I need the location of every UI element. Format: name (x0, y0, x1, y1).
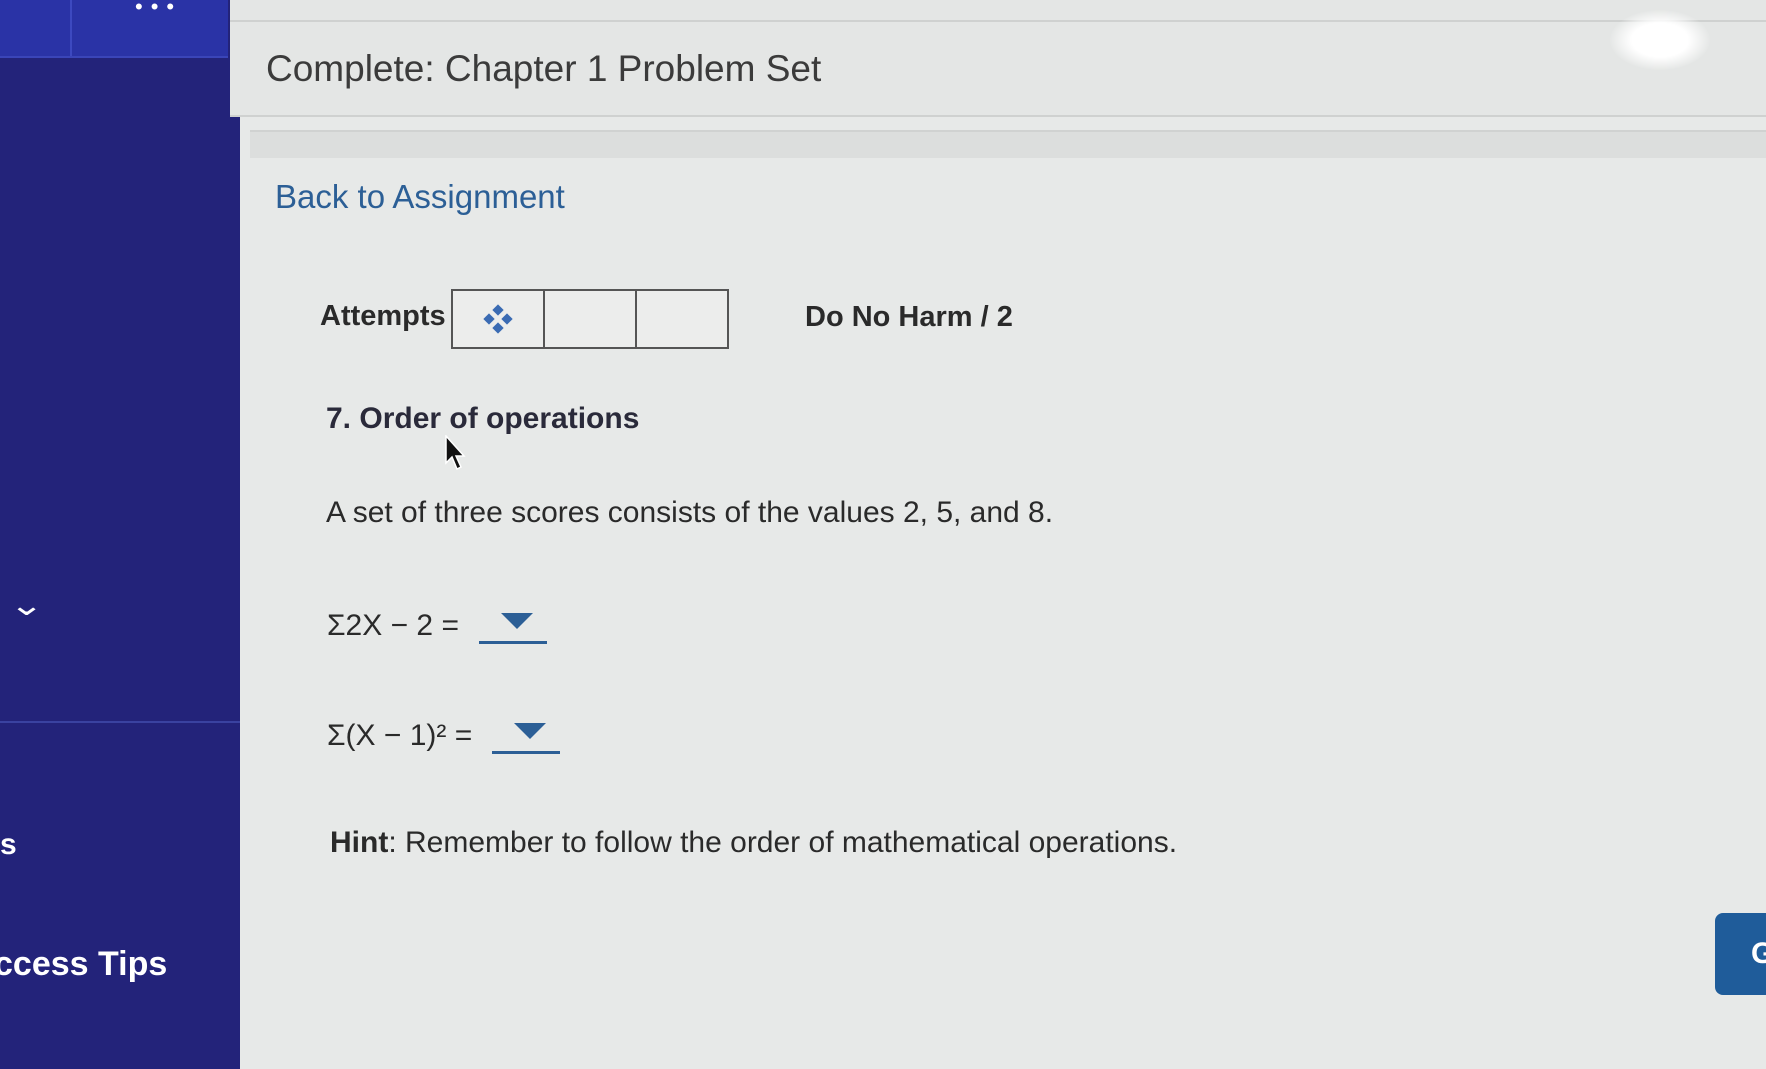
back-to-assignment-link[interactable]: Back to Assignment (275, 178, 565, 216)
page-header: Complete: Chapter 1 Problem Set (230, 0, 1766, 117)
header-line (230, 20, 1766, 22)
chevron-down-icon[interactable]: ⌄ (9, 588, 44, 623)
equation-row-1: Σ2X − 2 = (327, 607, 547, 644)
sidebar: ••• ⌄ s ccess Tips (0, 0, 240, 1069)
hint-text: Hint: Remember to follow the order of ma… (330, 826, 1177, 860)
sidebar-divider (70, 0, 72, 56)
equation-row-2: Σ(X − 1)² = (327, 717, 561, 754)
attempt-cell (637, 291, 727, 347)
answer-dropdown-2[interactable] (492, 717, 561, 754)
more-icon[interactable]: ••• (135, 0, 182, 20)
dropdown-arrow-icon (500, 613, 533, 629)
sidebar-top-bar: ••• (0, 0, 228, 58)
answer-dropdown-1[interactable] (478, 607, 547, 644)
dropdown-arrow-icon (514, 723, 547, 739)
question-title: 7. Order of operations (326, 402, 640, 435)
equation-1-label: Σ2X − 2 = (327, 608, 459, 642)
side-action-button[interactable]: G (1715, 913, 1766, 995)
pointer-cursor-icon (445, 435, 466, 471)
attempt-cell (545, 291, 637, 347)
sidebar-item-access-tips[interactable]: ccess Tips (0, 945, 167, 984)
attempts-tracker (451, 289, 729, 349)
equation-2-label: Σ(X − 1)² = (327, 718, 473, 752)
screen-glare (1610, 10, 1710, 70)
attempt-cell (453, 291, 545, 347)
side-action-label: G (1751, 937, 1766, 970)
sidebar-item-partial[interactable]: s (0, 828, 17, 862)
page-title: Complete: Chapter 1 Problem Set (266, 48, 822, 89)
hint-body: : Remember to follow the order of mathem… (388, 826, 1178, 859)
hint-label: Hint (330, 826, 389, 859)
attempts-label: Attempts (320, 300, 446, 332)
move-icon (483, 304, 513, 334)
question-text: A set of three scores consists of the va… (326, 496, 1054, 529)
header-band (250, 130, 1766, 158)
score-label: Do No Harm / 2 (805, 301, 1013, 333)
sidebar-rule (0, 721, 240, 723)
